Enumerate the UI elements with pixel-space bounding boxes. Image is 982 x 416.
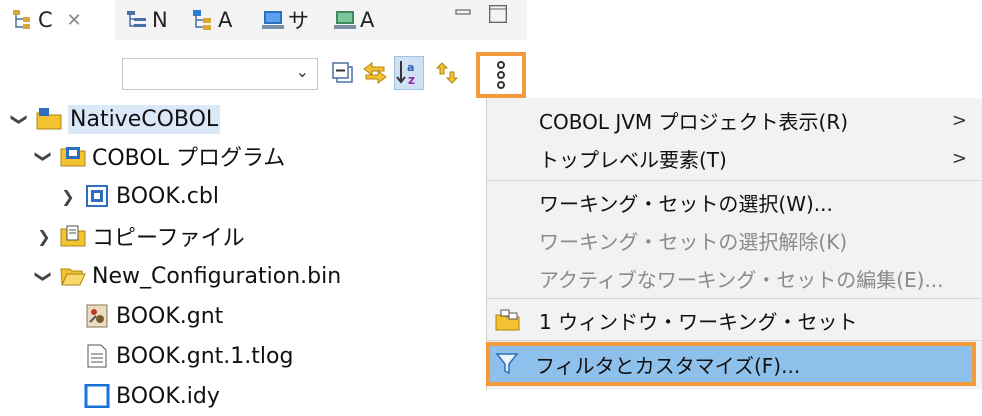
maximize-icon[interactable]: [488, 4, 508, 24]
working-set-combo[interactable]: ⌄: [122, 58, 318, 90]
tree-item-label: コピーファイル: [92, 226, 245, 251]
tree-item-label: NativeCOBOL: [68, 104, 221, 134]
tab-label: C: [38, 8, 53, 32]
menu-item-label: 1 ウィンドウ・ワーキング・セット: [539, 309, 858, 334]
tree-item-folder[interactable]: ❯ New_Configuration.bin: [34, 256, 342, 296]
view-menu-button[interactable]: [476, 52, 526, 98]
chevron-down-icon[interactable]: ❯: [35, 146, 54, 166]
tree-item-folder[interactable]: ❯ コピーファイル: [34, 216, 245, 256]
folder-copy-icon: [60, 225, 86, 247]
chevron-right-icon[interactable]: ❯: [34, 227, 54, 246]
tab-application-explorer[interactable]: A: [192, 0, 232, 40]
sort-alphabetically-icon: a z: [396, 61, 415, 87]
menu-separator: [487, 298, 981, 299]
tab-label: A: [218, 8, 233, 32]
view-menu-icon: [497, 81, 505, 89]
menu-item-filters-and-customization[interactable]: フィルタとカスタマイズ(F)...: [486, 342, 976, 386]
tree-item-label: BOOK.gnt: [116, 303, 224, 329]
menu-separator: [487, 340, 981, 341]
tab-servers[interactable]: サ: [262, 0, 309, 40]
close-icon[interactable]: ✕: [67, 10, 82, 31]
tree-item-file[interactable]: ❯ BOOK.cbl: [58, 176, 219, 216]
menu-item-select-working-set[interactable]: ワーキング・セットの選択(W)...: [487, 184, 981, 220]
tab-label: サ: [288, 9, 309, 33]
menu-separator: [487, 180, 981, 181]
link-with-editor-button[interactable]: [360, 56, 390, 90]
collapse-all-icon: [332, 62, 353, 83]
view-tab-bar: C ✕ N A サ A: [0, 0, 527, 40]
working-set-icon: [495, 309, 520, 331]
tab-label: A: [360, 8, 375, 32]
server-icon: [262, 11, 284, 29]
text-file-icon: [87, 344, 107, 368]
view-menu-dropdown: COBOL JVM プロジェクト表示(R) > トップレベル要素(T) > ワー…: [486, 98, 982, 390]
tree-item-label: BOOK.idy: [116, 383, 220, 409]
tree-item-label: BOOK.cbl: [116, 183, 219, 209]
tab-navigator[interactable]: N: [126, 0, 168, 40]
package-explorer-icon: [13, 10, 30, 29]
menu-item-label: ワーキング・セットの選択解除(K): [539, 229, 848, 254]
chevron-right-icon: >: [951, 109, 967, 131]
svg-text:z: z: [408, 73, 415, 87]
chevron-down-icon[interactable]: ❯: [11, 109, 30, 129]
menu-item-window-working-set[interactable]: 1 ウィンドウ・ワーキング・セット: [487, 302, 981, 338]
chevron-right-icon: >: [951, 147, 967, 169]
menu-item-label: ワーキング・セットの選択(W)...: [539, 191, 833, 216]
tab-monitor[interactable]: A: [334, 0, 374, 40]
tree-item-label: BOOK.gnt.1.tlog: [116, 343, 294, 369]
idy-file-icon: [84, 384, 110, 408]
project-explorer-panel: C ✕ N A サ A ⌄ a z ❯ NativeCOBOL ❯ COBOL …: [0, 0, 527, 409]
view-menu-icon: [497, 61, 505, 69]
monitor-icon: [334, 11, 356, 29]
tab-label: N: [152, 8, 168, 32]
tree-item-label: New_Configuration.bin: [92, 263, 342, 289]
collapse-all-button[interactable]: [328, 56, 358, 90]
tree-item-file[interactable]: BOOK.gnt.1.tlog: [84, 336, 293, 376]
menu-item-deselect-working-set: ワーキング・セットの選択解除(K): [487, 222, 981, 258]
view-menu-icon: [497, 71, 505, 79]
menu-item-label: トップレベル要素(T): [539, 147, 727, 172]
folder-open-icon: [60, 268, 86, 286]
application-explorer-icon: [193, 10, 211, 30]
sort-button[interactable]: a z: [394, 56, 424, 90]
menu-item-label: COBOL JVM プロジェクト表示(R): [539, 109, 849, 134]
chevron-down-icon[interactable]: ❯: [35, 266, 54, 286]
menu-item-label: アクティブなワーキング・セットの編集(E)...: [539, 267, 944, 292]
menu-item-top-level-elements[interactable]: トップレベル要素(T) >: [487, 140, 981, 176]
chevron-down-icon[interactable]: ⌄: [296, 62, 309, 81]
tab-cobol-explorer[interactable]: C ✕: [0, 0, 115, 40]
minimize-icon[interactable]: [454, 4, 472, 22]
cobol-file-icon: [86, 185, 108, 207]
tree-item-file[interactable]: BOOK.gnt: [84, 296, 223, 336]
tree-item-project[interactable]: ❯ NativeCOBOL: [10, 99, 221, 139]
gnt-file-icon: [86, 304, 108, 328]
tree-item-label: COBOL プログラム: [92, 146, 286, 171]
menu-item-label: フィルタとカスタマイズ(F)...: [535, 353, 801, 378]
tree-item-file[interactable]: BOOK.idy: [84, 376, 220, 416]
filter-icon: [495, 353, 519, 375]
hide-icon: [435, 62, 459, 84]
link-with-editor-icon: [363, 62, 387, 84]
tree-item-folder[interactable]: ❯ COBOL プログラム: [34, 136, 286, 176]
menu-item-edit-active-working-set: アクティブなワーキング・セットの編集(E)...: [487, 260, 981, 296]
navigator-icon: [127, 11, 146, 27]
chevron-right-icon[interactable]: ❯: [58, 187, 78, 206]
menu-item-cobol-jvm-project-view[interactable]: COBOL JVM プロジェクト表示(R) >: [487, 102, 981, 138]
project-icon: [36, 108, 62, 130]
folder-program-icon: [60, 147, 86, 167]
filter-toggle-button[interactable]: [432, 56, 462, 90]
